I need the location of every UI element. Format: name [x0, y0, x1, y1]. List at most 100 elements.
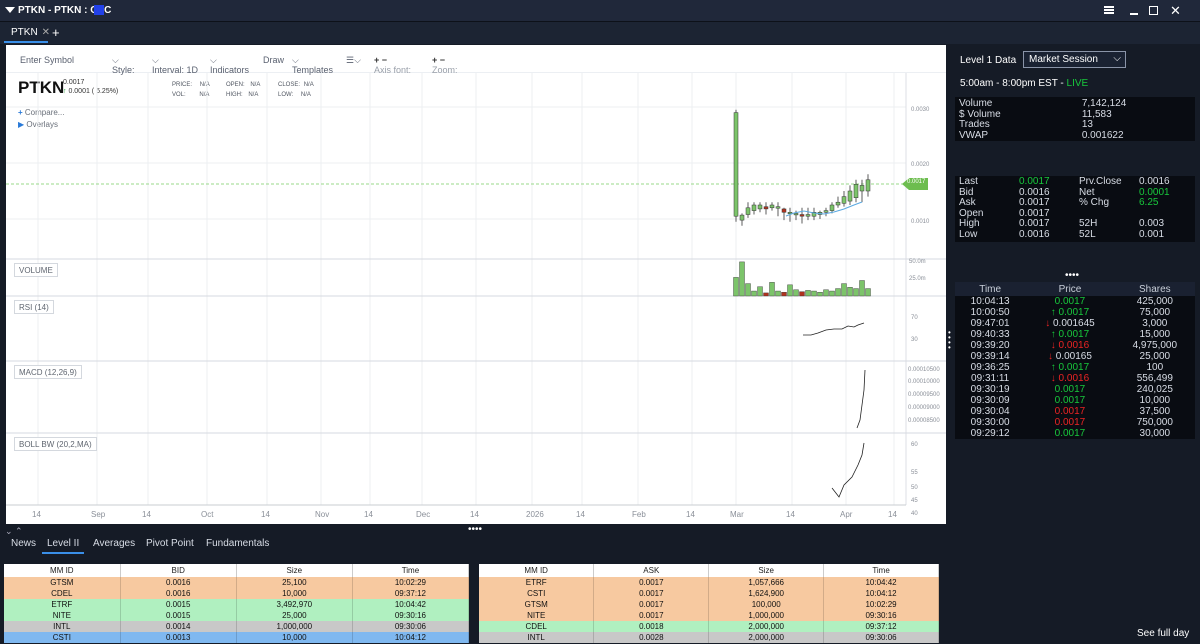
quote-stats: Last 0.0017 Prv.Close 0.0016 Bid 0.0016 Net 0.0… [955, 176, 1195, 242]
chart-area[interactable]: Enter Symbol Style: ⌵ Interval: 1D ⌵ Ind… [6, 45, 946, 524]
x-tick-label: 14 [786, 510, 795, 519]
menu-triangle-icon[interactable] [5, 7, 15, 13]
l2-header[interactable]: Time [823, 564, 939, 577]
session-select[interactable]: Market Session ⌵ [1023, 51, 1126, 68]
stat-row: Trades 13 [955, 119, 1190, 131]
macd-line [856, 369, 866, 429]
bottom-resize-handle[interactable]: •••• [468, 524, 482, 535]
l2-header[interactable]: MM ID [4, 564, 121, 577]
stat-row: Volume 7,142,124 [955, 98, 1190, 110]
ts-price-value: 0.0017 [1054, 395, 1086, 406]
expand-chevron-icon[interactable]: ⌃ [15, 526, 23, 537]
close-window-icon[interactable]: ✕ [1170, 3, 1181, 19]
l2-row[interactable]: CDEL 0.0018 2,000,000 09:37:12 [479, 621, 939, 632]
ts-shares: 556,499 [1136, 373, 1173, 384]
ts-time: 09:30:00 [970, 417, 1010, 428]
ts-time: 09:31:11 [971, 373, 1010, 384]
candle-body [805, 214, 811, 217]
ts-price: ↓ 0.0016 [1025, 373, 1114, 384]
l2-row[interactable]: INTL 0.0014 1,000,000 09:30:06 [4, 621, 470, 632]
stat-value: 13 [1081, 119, 1093, 130]
l2-row[interactable]: INTL 0.0028 2,000,000 09:30:06 [479, 632, 939, 643]
l2-row[interactable]: NITE 0.0015 25,000 09:30:16 [4, 610, 470, 621]
quote-label: 52L [1079, 228, 1096, 240]
l2-row[interactable]: CDEL 0.0016 10,000 09:37:12 [4, 588, 470, 599]
volume-tick: 50.0m [909, 259, 926, 265]
ts-price-value: 0.0016 [1058, 373, 1090, 384]
l2-cell: 09:37:12 [823, 621, 939, 632]
tab-averages[interactable]: Averages [93, 538, 135, 549]
l2-header[interactable]: BID [120, 564, 237, 577]
ts-price-value: 0.0017 [1054, 296, 1086, 307]
l2-cell: INTL [479, 632, 595, 643]
stat-row: VWAP 0.001622 [955, 130, 1190, 142]
l2-row[interactable]: GTSM 0.0017 100,000 10:02:29 [479, 599, 939, 610]
ts-price-value: 0.0016 [1058, 340, 1090, 351]
l2-row[interactable]: CSTI 0.0013 10,000 10:04:12 [4, 632, 470, 643]
tab-level2[interactable]: Level II [42, 538, 85, 554]
macd-pane-label[interactable]: MACD (12,26,9) [14, 365, 82, 379]
ts-price-value: 0.0017 [1054, 417, 1086, 428]
candle-body [823, 210, 829, 213]
candle-body [841, 196, 847, 204]
ts-time: 09:36:25 [970, 362, 1010, 373]
ts-header: Price [1025, 282, 1115, 296]
l2-header[interactable]: Time [352, 564, 470, 577]
l2-header[interactable]: Size [708, 564, 825, 577]
l2-cell: 09:30:06 [823, 632, 939, 643]
quote-row: Ask 0.0017 % Chg 6.25 [955, 197, 1193, 209]
boll-pane-label[interactable]: BOLL BW (20,2,MA) [14, 437, 97, 451]
ts-price-value: 0.0017 [1054, 406, 1086, 417]
candle-body [781, 208, 787, 213]
minimize-icon[interactable] [1130, 13, 1138, 15]
x-tick-label: Dec [416, 510, 431, 519]
collapse-chevron-icon[interactable]: ⌄ [5, 526, 13, 537]
candle-body [763, 206, 769, 210]
add-tab-icon[interactable]: + [52, 25, 60, 40]
tab-pivot-point[interactable]: Pivot Point [146, 538, 194, 549]
ts-row: 09:30:09 0.0017 10,000 [955, 395, 1195, 406]
l2-row[interactable]: NITE 0.0017 1,000,000 09:30:16 [479, 610, 939, 621]
volume-bar [757, 286, 763, 297]
l2-cell: CDEL [479, 621, 595, 632]
up-arrow-icon: ↑ [1050, 307, 1059, 318]
ts-price-value: 0.001645 [1052, 318, 1095, 329]
volume-pane-label[interactable]: VOLUME [14, 263, 58, 277]
tab-fundamentals[interactable]: Fundamentals [206, 538, 269, 549]
l2-row[interactable]: ETRF 0.0017 1,057,666 10:04:42 [479, 577, 939, 588]
ts-shares: 100 [1146, 362, 1164, 373]
panel-resize-handle[interactable]: •••• [1065, 270, 1079, 281]
l2-header[interactable]: Size [236, 564, 353, 577]
l2-row[interactable]: ETRF 0.0015 3,492,970 10:04:42 [4, 599, 470, 610]
x-tick-label: 14 [261, 510, 270, 519]
candle-body [865, 179, 871, 192]
tab-close-icon[interactable]: ✕ [42, 27, 50, 38]
maximize-icon[interactable] [1149, 6, 1158, 15]
ts-time: 09:47:01 [970, 318, 1010, 329]
l2-cell: CSTI [479, 588, 595, 599]
volume-bar [817, 292, 823, 297]
session-hours-text: 5:00am - 8:00pm EST - [960, 78, 1067, 89]
quote-value: 0.0017 [1019, 218, 1050, 229]
l2-cell: 1,000,000 [236, 621, 353, 632]
hamburger-menu-icon[interactable] [1104, 6, 1114, 14]
l2-header[interactable]: MM ID [479, 564, 595, 577]
ts-price: ↓ 0.0016 [1025, 340, 1114, 351]
l2-row[interactable]: GTSM 0.0016 25,100 10:02:29 [4, 577, 470, 588]
side-collapse-handle[interactable]: • • • • [948, 329, 951, 352]
candle-body [793, 213, 799, 216]
l2-header[interactable]: ASK [593, 564, 710, 577]
ts-shares: 3,000 [1142, 318, 1168, 329]
color-swatch[interactable] [94, 5, 104, 15]
l2-cell: 2,000,000 [708, 632, 825, 643]
rsi-pane-label[interactable]: RSI (14) [14, 300, 54, 314]
l2-cell: 2,000,000 [708, 621, 825, 632]
candle-body [829, 204, 835, 211]
see-full-day-link[interactable]: See full day [1137, 628, 1189, 639]
volume-bar [859, 280, 865, 297]
tab-ptkn[interactable]: PTKN ✕ [4, 23, 50, 43]
l2-row[interactable]: CSTI 0.0017 1,624,900 10:04:12 [479, 588, 939, 599]
tab-news[interactable]: News [11, 538, 36, 549]
ts-time: 09:30:19 [970, 384, 1010, 395]
chart-canvas[interactable] [6, 45, 946, 524]
